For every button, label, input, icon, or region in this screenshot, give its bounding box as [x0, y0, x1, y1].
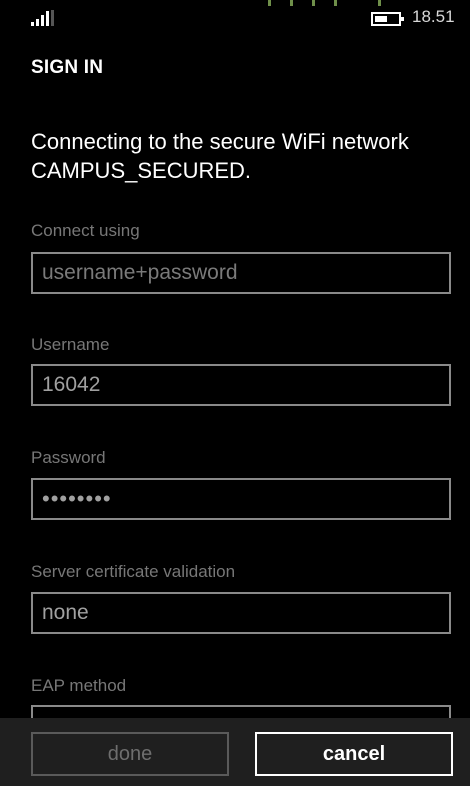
server-cert-value: none	[42, 601, 89, 624]
page-title: SIGN IN	[31, 57, 104, 78]
wifi-scan-indicator-icon	[268, 0, 381, 6]
server-cert-label: Server certificate validation	[31, 562, 236, 581]
server-cert-select[interactable]: none	[31, 592, 451, 634]
username-label: Username	[31, 335, 110, 354]
password-label: Password	[31, 448, 106, 467]
battery-icon	[371, 12, 404, 26]
connect-using-label: Connect using	[31, 221, 140, 240]
connect-using-select[interactable]: username+password	[31, 252, 451, 294]
password-value: ••••••••	[42, 486, 112, 511]
cancel-button[interactable]: cancel	[255, 732, 453, 776]
status-bar: 18.51	[0, 0, 470, 36]
app-bar: done cancel	[0, 718, 470, 786]
intro-text: Connecting to the secure WiFi network CA…	[31, 129, 409, 183]
password-field[interactable]: ••••••••	[31, 478, 451, 520]
signal-strength-icon	[31, 10, 54, 26]
eap-method-label: EAP method	[31, 676, 127, 695]
username-value: 16042	[42, 373, 101, 396]
clock: 18.51	[412, 7, 455, 26]
connect-using-value: username+password	[42, 261, 238, 284]
done-button[interactable]: done	[31, 732, 229, 776]
username-field[interactable]: 16042	[31, 364, 451, 406]
